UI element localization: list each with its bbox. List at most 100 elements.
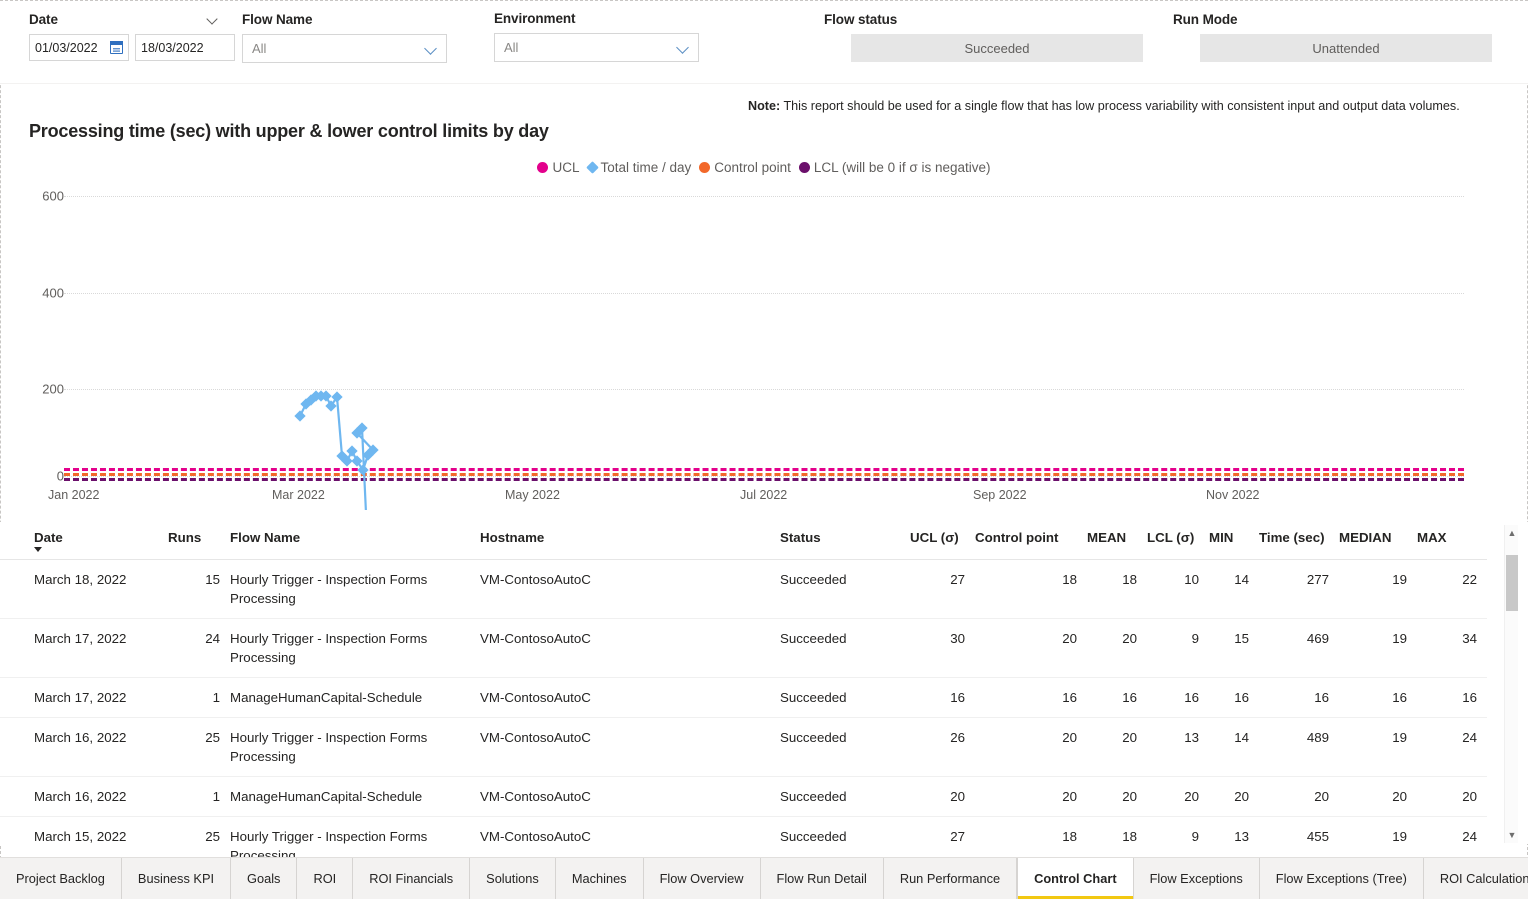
tab-control-chart[interactable]: Control Chart [1017, 858, 1134, 899]
tab-business-kpi[interactable]: Business KPI [121, 858, 232, 899]
tab-roi[interactable]: ROI [297, 858, 354, 899]
column-header-label: Time (sec) [1259, 530, 1325, 545]
tab-label: ROI Financials [369, 871, 454, 886]
legend-label: UCL [552, 160, 580, 175]
tab-solutions[interactable]: Solutions [470, 858, 556, 899]
date-start-input[interactable]: 01/03/2022 [29, 34, 129, 61]
run-mode-slicer[interactable]: Run Mode Unattended [1173, 12, 1503, 62]
chevron-down-icon[interactable] [208, 14, 219, 25]
x-axis-tick: Jul 2022 [740, 488, 788, 502]
column-header-label: MEDIAN [1339, 530, 1392, 545]
column-header-label: Control point [975, 530, 1059, 545]
flow-status-value-button[interactable]: Succeeded [851, 34, 1143, 62]
report-tab-bar: Project Backlog Business KPI Goals ROI R… [0, 857, 1528, 899]
tab-flow-exceptions[interactable]: Flow Exceptions [1133, 858, 1260, 899]
cell-mean: 20 [1087, 618, 1147, 678]
tab-flow-exceptions-tree[interactable]: Flow Exceptions (Tree) [1259, 858, 1424, 899]
calendar-icon[interactable] [109, 40, 124, 54]
column-header-lcl[interactable]: LCL (σ) [1147, 522, 1209, 560]
column-header-hostname[interactable]: Hostname [480, 522, 780, 560]
tab-roi-financials[interactable]: ROI Financials [353, 858, 471, 899]
tab-flow-overview[interactable]: Flow Overview [643, 858, 761, 899]
runs-table: Date Runs Flow Name Hostname Status UCL … [0, 522, 1528, 899]
cell-date: March 16, 2022 [0, 717, 168, 777]
cell-time-sec: 16 [1259, 677, 1339, 718]
table-row[interactable]: March 16, 2022 1 ManageHumanCapital-Sche… [0, 776, 1487, 817]
tab-run-performance[interactable]: Run Performance [883, 858, 1018, 899]
tab-project-backlog[interactable]: Project Backlog [0, 858, 122, 899]
scroll-up-icon[interactable]: ▲ [1505, 526, 1519, 540]
scrollbar-thumb[interactable] [1506, 555, 1518, 611]
tab-label: Control Chart [1034, 871, 1117, 886]
tab-goals[interactable]: Goals [231, 858, 298, 899]
legend-item-control-point[interactable]: Control point [699, 160, 791, 175]
tab-label: Flow Exceptions (Tree) [1275, 871, 1407, 886]
cell-hostname: VM-ContosoAutoC [480, 717, 780, 777]
cell-control-point: 18 [975, 559, 1087, 619]
column-header-date[interactable]: Date [0, 522, 168, 560]
scroll-down-icon[interactable]: ▼ [1505, 828, 1519, 842]
column-header-label: Runs [168, 530, 202, 545]
table-row[interactable]: March 16, 2022 25 Hourly Trigger - Inspe… [0, 717, 1487, 777]
column-header-max[interactable]: MAX [1417, 522, 1487, 560]
cell-ucl: 16 [910, 677, 975, 718]
legend-item-ucl[interactable]: UCL [537, 160, 580, 175]
cell-min: 14 [1209, 717, 1259, 777]
tab-roi-calculations[interactable]: ROI Calculations [1423, 858, 1528, 899]
date-end-input[interactable]: 18/03/2022 [135, 34, 235, 61]
column-header-control-point[interactable]: Control point [975, 522, 1087, 560]
column-header-median[interactable]: MEDIAN [1339, 522, 1417, 560]
cell-runs: 1 [168, 776, 230, 817]
cell-date: March 17, 2022 [0, 618, 168, 678]
chevron-down-icon[interactable] [678, 42, 690, 54]
column-header-min[interactable]: MIN [1209, 522, 1259, 560]
run-mode-slicer-label: Run Mode [1173, 12, 1238, 27]
total-time-series [294, 390, 379, 510]
column-header-runs[interactable]: Runs [168, 522, 230, 560]
table-row[interactable]: March 17, 2022 24 Hourly Trigger - Inspe… [0, 618, 1487, 678]
cell-status: Succeeded [780, 618, 910, 678]
column-header-ucl[interactable]: UCL (σ) [910, 522, 975, 560]
cell-runs: 1 [168, 677, 230, 718]
column-header-time-sec[interactable]: Time (sec) [1259, 522, 1339, 560]
environment-value: All [504, 40, 519, 55]
table-vertical-scrollbar[interactable]: ▲ ▼ [1504, 525, 1518, 843]
environment-slicer[interactable]: Environment All [494, 11, 699, 62]
tab-label: Flow Overview [659, 871, 744, 886]
legend-item-lcl[interactable]: LCL (will be 0 if σ is negative) [798, 160, 991, 175]
chevron-down-icon[interactable] [426, 43, 438, 55]
cell-min: 16 [1209, 677, 1259, 718]
chart-title: Processing time (sec) with upper & lower… [29, 121, 549, 141]
sort-descending-icon[interactable] [34, 547, 42, 552]
flow-status-slicer[interactable]: Flow status Succeeded [824, 12, 1144, 62]
column-header-flow-name[interactable]: Flow Name [230, 522, 480, 560]
flow-name-dropdown[interactable]: All [242, 34, 447, 63]
column-header-status[interactable]: Status [780, 522, 910, 560]
cell-status: Succeeded [780, 717, 910, 777]
flow-name-value: All [252, 41, 267, 56]
legend-item-total-time[interactable]: Total time / day [585, 160, 691, 175]
x-axis-tick: Mar 2022 [272, 488, 325, 502]
environment-dropdown[interactable]: All [494, 33, 699, 62]
column-header-label: UCL (σ) [910, 530, 959, 545]
chart-legend: UCL Total time / day Control point LCL (… [0, 160, 1528, 175]
tab-label: Flow Exceptions [1149, 871, 1243, 886]
cell-flow-name: ManageHumanCapital-Schedule [230, 677, 480, 718]
cell-max: 16 [1417, 677, 1487, 718]
table-row[interactable]: March 18, 2022 15 Hourly Trigger - Inspe… [0, 559, 1487, 619]
tab-flow-run-detail[interactable]: Flow Run Detail [760, 858, 884, 899]
cell-runs: 24 [168, 618, 230, 678]
cell-hostname: VM-ContosoAutoC [480, 776, 780, 817]
tab-label: ROI Calculations [1439, 871, 1528, 886]
flow-name-slicer[interactable]: Flow Name All [242, 12, 447, 63]
column-header-mean[interactable]: MEAN [1087, 522, 1147, 560]
cell-hostname: VM-ContosoAutoC [480, 618, 780, 678]
table-row[interactable]: March 17, 2022 1 ManageHumanCapital-Sche… [0, 677, 1487, 718]
cell-ucl: 20 [910, 776, 975, 817]
run-mode-value-button[interactable]: Unattended [1200, 34, 1492, 62]
cell-control-point: 20 [975, 717, 1087, 777]
cell-date: March 16, 2022 [0, 776, 168, 817]
date-slicer[interactable]: Date 01/03/2022 18/03/2022 [29, 12, 235, 61]
legend-marker-circle-icon [537, 162, 549, 173]
tab-machines[interactable]: Machines [555, 858, 644, 899]
